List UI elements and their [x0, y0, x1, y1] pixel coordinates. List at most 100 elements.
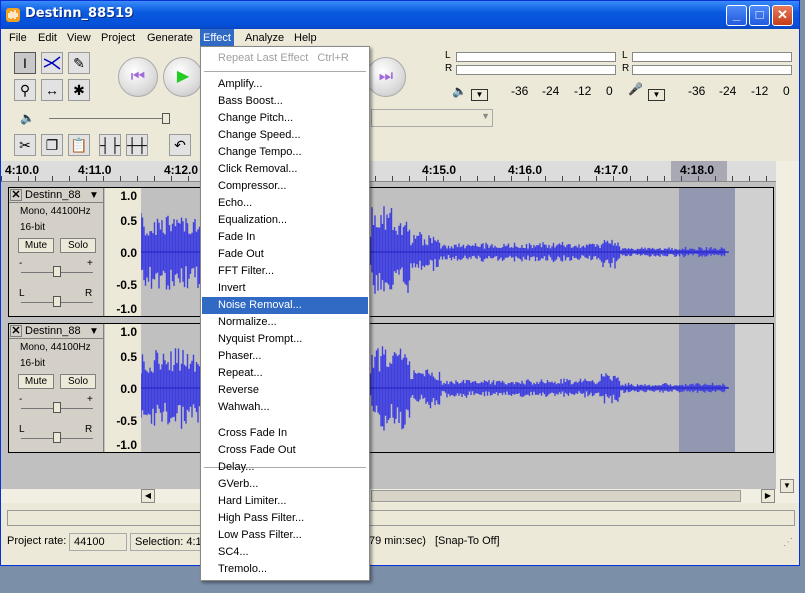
menu-item-effect[interactable]: Cross Fade In: [202, 425, 368, 442]
meter-l-label: L: [445, 50, 451, 61]
volume-slider-knob[interactable]: [162, 113, 170, 124]
gain-slider-knob[interactable]: [53, 266, 61, 277]
menu-effect[interactable]: Effect: [200, 29, 234, 47]
close-button[interactable]: ✕: [772, 5, 793, 26]
toolbar-area: I ✎ ⚲ ↔ ✱ ⏮ ▶ ⏭ 🔈 ✂ ❐ 📋 ┤├ ┼┼ ↶ ▼ L R L …: [1, 47, 799, 161]
playback-scale-36: -36: [511, 84, 529, 98]
timeshift-tool-icon[interactable]: ↔: [41, 79, 63, 101]
waveform-end-region: [735, 324, 773, 452]
menu-generate[interactable]: Generate: [144, 31, 196, 45]
menu-item-effect[interactable]: Change Speed...: [202, 127, 368, 144]
menu-item-effect[interactable]: Amplify...: [202, 76, 368, 93]
track-name-bar[interactable]: ✕ Destinn_88 ▼: [9, 188, 103, 203]
ruler-tick: [392, 176, 393, 181]
menu-item-effect[interactable]: Phaser...: [202, 348, 368, 365]
trim-icon[interactable]: ┤├: [99, 134, 121, 156]
menu-item-effect[interactable]: Fade Out: [202, 246, 368, 263]
selection-tool-icon[interactable]: I: [14, 52, 36, 74]
menu-analyze[interactable]: Analyze: [242, 31, 287, 45]
paste-icon[interactable]: 📋: [68, 134, 90, 156]
envelope-tool-icon[interactable]: [41, 52, 63, 74]
menu-item-effect[interactable]: Hard Limiter...: [202, 493, 368, 510]
skip-start-icon[interactable]: ⏮: [118, 57, 158, 97]
menu-item-effect[interactable]: FFT Filter...: [202, 263, 368, 280]
menu-help[interactable]: Help: [291, 31, 320, 45]
menu-view[interactable]: View: [64, 31, 94, 45]
zoom-tool-icon[interactable]: ⚲: [14, 79, 36, 101]
horizontal-scroll-thumb[interactable]: [371, 490, 741, 502]
scroll-down-icon[interactable]: ▼: [780, 479, 794, 493]
title-bar[interactable]: Destinn_88519 _ □ ✕: [1, 1, 799, 29]
menu-item-effect[interactable]: Wahwah...: [202, 399, 368, 416]
timeline-ruler[interactable]: 4:10.0 4:11.0 4:12.0 4:15.0 4:16.0 4:17.…: [1, 161, 776, 182]
menu-item-effect[interactable]: Noise Removal...: [202, 297, 368, 314]
mute-button[interactable]: Mute: [18, 238, 54, 253]
menu-item-effect[interactable]: High Pass Filter...: [202, 510, 368, 527]
track-close-icon[interactable]: ✕: [10, 325, 22, 337]
track-menu-icon[interactable]: ▼: [89, 190, 99, 201]
cut-icon[interactable]: ✂: [14, 134, 36, 156]
microphone-icon[interactable]: 🎤: [628, 82, 643, 96]
menu-item-effect[interactable]: Equalization...: [202, 212, 368, 229]
menu-item-effect[interactable]: Echo...: [202, 195, 368, 212]
multi-tool-icon[interactable]: ✱: [68, 79, 90, 101]
menu-item-effect[interactable]: Normalize...: [202, 314, 368, 331]
silence-icon[interactable]: ┼┼: [126, 134, 148, 156]
playback-meter-icon[interactable]: 🔈: [452, 84, 467, 98]
solo-button[interactable]: Solo: [60, 238, 96, 253]
menu-file[interactable]: File: [6, 31, 30, 45]
track-name: Destinn_88: [25, 325, 81, 337]
menu-item-effect[interactable]: Change Pitch...: [202, 110, 368, 127]
vertical-scrollbar[interactable]: ▼: [776, 161, 799, 503]
gain-slider-knob[interactable]: [53, 402, 61, 413]
playback-volume-slider[interactable]: [49, 118, 169, 119]
track-close-icon[interactable]: ✕: [10, 189, 22, 201]
audio-track-2[interactable]: ✕ Destinn_88 ▼ Mono, 44100Hz 16-bit Mute…: [8, 323, 774, 453]
menu-item-effect[interactable]: Bass Boost...: [202, 93, 368, 110]
minimize-button[interactable]: _: [726, 5, 747, 26]
menu-edit[interactable]: Edit: [35, 31, 60, 45]
ruler-tick: [732, 176, 733, 181]
device-dropdown[interactable]: ▼: [371, 109, 493, 127]
playback-meter-menu-icon[interactable]: ▼: [471, 89, 488, 101]
menu-item-effect[interactable]: Delay...: [202, 459, 368, 476]
project-rate-field[interactable]: 44100: [69, 533, 127, 551]
solo-button[interactable]: Solo: [60, 374, 96, 389]
audio-track-1[interactable]: ✕ Destinn_88 ▼ Mono, 44100Hz 16-bit Mute…: [8, 187, 774, 317]
mute-button[interactable]: Mute: [18, 374, 54, 389]
play-icon[interactable]: ▶: [163, 57, 203, 97]
resize-grip-icon[interactable]: ⋰: [783, 537, 793, 548]
record-meter-menu-icon[interactable]: ▼: [648, 89, 665, 101]
pan-slider-knob[interactable]: [53, 296, 61, 307]
menu-item-effect[interactable]: GVerb...: [202, 476, 368, 493]
scale-label: -0.5: [116, 414, 137, 428]
maximize-button[interactable]: □: [749, 5, 770, 26]
menu-item-effect[interactable]: Change Tempo...: [202, 144, 368, 161]
track-name-bar[interactable]: ✕ Destinn_88 ▼: [9, 324, 103, 339]
pan-left-label: L: [19, 288, 25, 299]
menu-item-effect[interactable]: Tremolo...: [202, 561, 368, 578]
menu-item-effect[interactable]: Nyquist Prompt...: [202, 331, 368, 348]
skip-end-icon[interactable]: ⏭: [366, 57, 406, 97]
menu-item-effect[interactable]: Click Removal...: [202, 161, 368, 178]
copy-icon[interactable]: ❐: [41, 134, 63, 156]
pan-slider-knob[interactable]: [53, 432, 61, 443]
menu-item-effect[interactable]: Invert: [202, 280, 368, 297]
menu-item-effect[interactable]: Fade In: [202, 229, 368, 246]
menu-item-effect[interactable]: Reverse: [202, 382, 368, 399]
ruler-tick: [596, 176, 597, 181]
menu-project[interactable]: Project: [98, 31, 138, 45]
menu-item-effect[interactable]: Low Pass Filter...: [202, 527, 368, 544]
menu-item-effect[interactable]: Compressor...: [202, 178, 368, 195]
menu-item-effect[interactable]: Cross Fade Out: [202, 442, 368, 459]
draw-tool-icon[interactable]: ✎: [68, 52, 90, 74]
scroll-left-icon[interactable]: ◀: [141, 489, 155, 503]
menu-item-effect[interactable]: SC4...: [202, 544, 368, 561]
horizontal-scrollbar[interactable]: ◀ ▶: [1, 489, 776, 503]
scroll-right-icon[interactable]: ▶: [761, 489, 775, 503]
record-meter-left: [632, 52, 792, 62]
menu-item-effect[interactable]: Repeat...: [202, 365, 368, 382]
undo-icon[interactable]: ↶: [169, 134, 191, 156]
track-menu-icon[interactable]: ▼: [89, 326, 99, 337]
amplitude-scale: 1.0 0.5 0.0 -0.5 -1.0: [105, 324, 142, 452]
